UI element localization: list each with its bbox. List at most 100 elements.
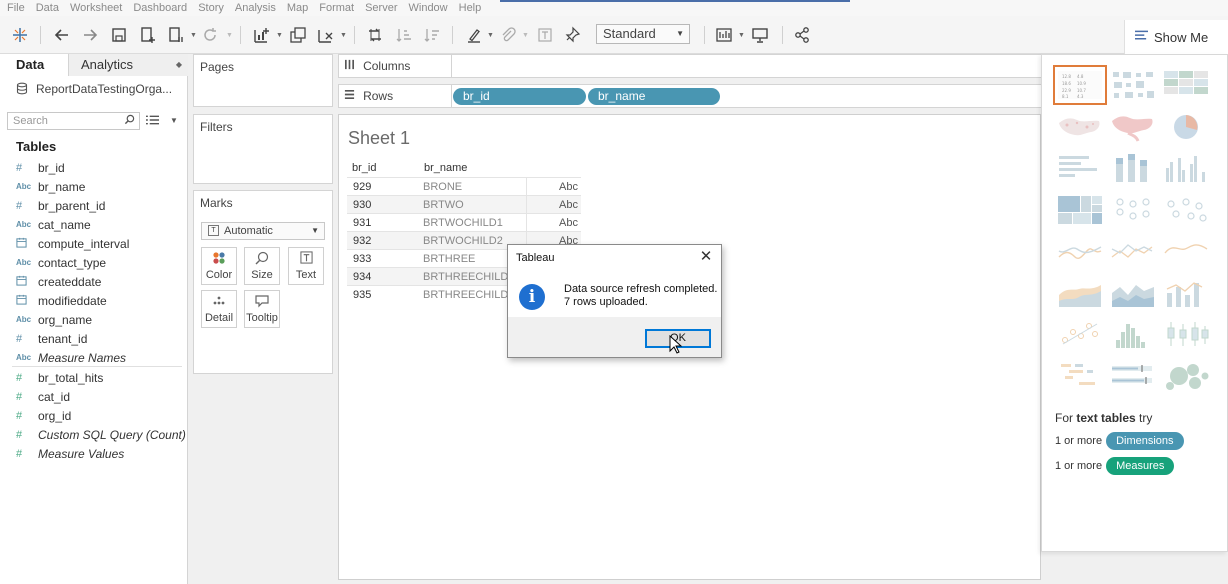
menu-window[interactable]: Window (405, 0, 452, 16)
show-me-side-by-side-circles-icon[interactable] (1161, 192, 1211, 228)
marks-tooltip-button[interactable]: Tooltip (244, 290, 280, 328)
show-me-circle-views-icon[interactable] (1108, 192, 1158, 228)
group-members-icon[interactable] (498, 25, 518, 45)
field-cat-id[interactable]: # cat_id (16, 387, 70, 406)
field-org-id[interactable]: # org_id (16, 406, 71, 425)
marks-size-button[interactable]: Size (244, 247, 280, 285)
new-datasource-icon[interactable] (138, 25, 158, 45)
column-header-br-name[interactable]: br_name (424, 162, 467, 174)
show-me-dual-lines-icon[interactable] (1161, 233, 1211, 269)
fit-select[interactable]: Standard ▼ (596, 24, 690, 44)
show-me-stacked-bars-icon[interactable] (1108, 150, 1158, 186)
menu-file[interactable]: File (3, 0, 29, 16)
field-compute-interval[interactable]: compute_interval (16, 234, 129, 253)
field-search-input[interactable]: Search (7, 112, 140, 130)
new-worksheet-icon[interactable] (252, 25, 272, 45)
tab-analytics[interactable]: Analytics ◆ (68, 54, 188, 76)
show-me-area-continuous-icon[interactable] (1055, 275, 1105, 311)
show-me-histogram-icon[interactable] (1108, 316, 1158, 352)
pause-dropdown-caret-icon[interactable]: ▼ (190, 32, 197, 39)
rows-pill-br-name[interactable]: br_name (588, 88, 720, 105)
show-me-symbol-map-icon[interactable] (1055, 109, 1105, 145)
show-me-box-and-whisker-icon[interactable] (1161, 316, 1211, 352)
filters-card[interactable]: Filters (193, 114, 333, 184)
show-me-bullet-graph-icon[interactable] (1108, 358, 1158, 394)
show-me-scatter-plot-icon[interactable] (1055, 316, 1105, 352)
field-br-parent-id[interactable]: # br_parent_id (16, 196, 105, 215)
clear-dropdown-caret-icon[interactable]: ▼ (340, 32, 347, 39)
field-modifieddate[interactable]: modifieddate (16, 291, 107, 310)
swap-rows-columns-icon[interactable] (365, 25, 385, 45)
field-cat-name[interactable]: Abc cat_name (16, 215, 91, 234)
show-me-treemap-icon[interactable] (1055, 192, 1105, 228)
menu-data[interactable]: Data (32, 0, 63, 16)
show-me-continuous-lines-icon[interactable] (1055, 233, 1105, 269)
show-mark-labels-icon[interactable] (535, 25, 555, 45)
show-me-filled-map-icon[interactable] (1108, 109, 1158, 145)
field-custom-sql-query-count[interactable]: # Custom SQL Query (Count) (16, 425, 186, 444)
menu-format[interactable]: Format (315, 0, 358, 16)
show-me-dual-combination-icon[interactable] (1161, 275, 1211, 311)
show-me-gantt-chart-icon[interactable] (1055, 358, 1105, 394)
field-measure-names[interactable]: Abc Measure Names (16, 348, 126, 367)
show-me-area-discrete-icon[interactable] (1108, 275, 1158, 311)
highlight-dropdown-caret-icon[interactable]: ▼ (487, 32, 494, 39)
show-me-pie-chart-icon[interactable] (1161, 109, 1211, 145)
data-source[interactable]: ReportDataTestingOrga... (16, 82, 172, 96)
show-me-highlight-table-icon[interactable] (1161, 67, 1211, 103)
field-org-name[interactable]: Abc org_name (16, 310, 92, 329)
save-icon[interactable] (109, 25, 129, 45)
table-row[interactable]: 930 BRTWO Abc (347, 195, 581, 214)
field-tenant-id[interactable]: # tenant_id (16, 329, 87, 348)
field-br-total-hits[interactable]: # br_total_hits (16, 368, 103, 387)
field-measure-values[interactable]: # Measure Values (16, 444, 124, 463)
show-me-side-by-side-bars-icon[interactable] (1161, 150, 1211, 186)
view-toggle-icon[interactable] (146, 114, 159, 129)
sort-ascending-icon[interactable] (394, 25, 414, 45)
show-me-text-table-icon[interactable]: 12.8 4.8 18.6 10.9 22.9 10.7 8.1 4.3 (1053, 65, 1107, 105)
menu-worksheet[interactable]: Worksheet (66, 0, 126, 16)
highlight-icon[interactable] (464, 25, 484, 45)
new-sheet-dropdown-caret-icon[interactable]: ▼ (276, 32, 283, 39)
field-br-id[interactable]: # br_id (16, 158, 65, 177)
group-dropdown-caret-icon[interactable]: ▼ (522, 32, 529, 39)
pages-card[interactable]: Pages (193, 54, 333, 107)
fix-axes-pin-icon[interactable] (562, 25, 582, 45)
duplicate-sheet-icon[interactable] (288, 25, 308, 45)
tab-data[interactable]: Data (0, 54, 68, 76)
close-icon[interactable]: ✕ (698, 249, 714, 265)
column-header-br-id[interactable]: br_id (352, 162, 376, 174)
share-icon[interactable] (792, 25, 812, 45)
marks-detail-button[interactable]: Detail (201, 290, 237, 328)
menu-help[interactable]: Help (455, 0, 486, 16)
refresh-dropdown-caret-icon[interactable]: ▼ (226, 32, 233, 39)
sort-descending-icon[interactable] (422, 25, 442, 45)
tableau-logo-icon[interactable] (10, 25, 30, 45)
field-br-name[interactable]: Abc br_name (16, 177, 85, 196)
table-row[interactable]: 931 BRTWOCHILD1 Abc (347, 213, 581, 232)
back-arrow-icon[interactable] (52, 25, 72, 45)
marks-text-button[interactable]: Text (288, 247, 324, 285)
field-contact-type[interactable]: Abc contact_type (16, 253, 106, 272)
pause-updates-icon[interactable] (166, 25, 186, 45)
rows-pill-br-id[interactable]: br_id (453, 88, 586, 105)
forward-arrow-icon[interactable] (80, 25, 100, 45)
menu-map[interactable]: Map (283, 0, 312, 16)
cards-dropdown-caret-icon[interactable]: ▼ (738, 32, 745, 39)
marks-color-button[interactable]: Color (201, 247, 237, 285)
show-me-button[interactable]: Show Me (1124, 20, 1228, 54)
show-me-discrete-lines-icon[interactable] (1108, 233, 1158, 269)
field-createddate[interactable]: createddate (16, 272, 101, 291)
menu-dashboard[interactable]: Dashboard (129, 0, 191, 16)
presentation-mode-icon[interactable] (750, 25, 770, 45)
view-options-caret-icon[interactable]: ▼ (170, 116, 178, 125)
mark-type-select[interactable]: T Automatic ▼ (201, 222, 325, 240)
refresh-icon[interactable] (200, 25, 220, 45)
show-me-heat-map-icon[interactable] (1108, 67, 1158, 103)
table-row[interactable]: 929 BRONE Abc (347, 177, 581, 196)
menu-server[interactable]: Server (361, 0, 401, 16)
show-cards-icon[interactable] (714, 25, 734, 45)
sheet-title[interactable]: Sheet 1 (348, 128, 410, 149)
show-me-packed-bubbles-icon[interactable] (1161, 358, 1211, 394)
show-me-horizontal-bars-icon[interactable] (1055, 150, 1105, 186)
